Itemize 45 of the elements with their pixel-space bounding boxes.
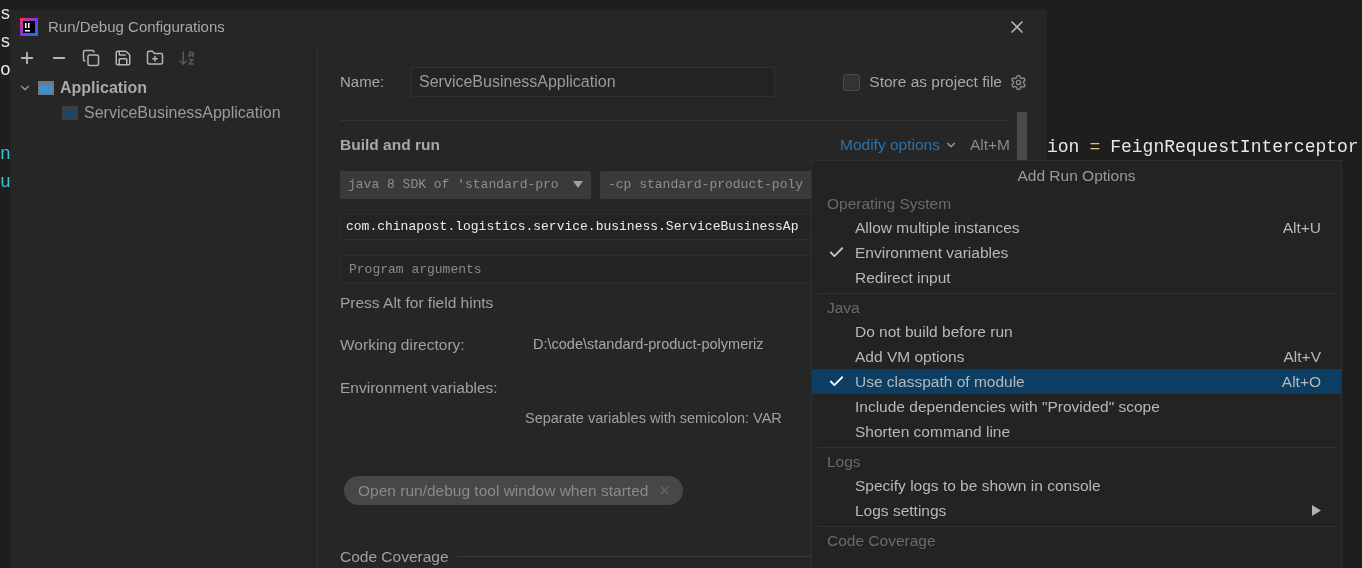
tree-item[interactable]: ServiceBusinessApplication <box>84 100 281 125</box>
window-title: Run/Debug Configurations <box>48 16 225 37</box>
jre-dropdown[interactable]: java 8 SDK of 'standard-pro <box>340 170 591 199</box>
shortcut-text: Alt+U <box>1282 217 1321 238</box>
settings-icon[interactable] <box>1010 73 1027 91</box>
menu-item[interactable]: Include dependencies with "Provided" scope <box>812 394 1341 419</box>
group-header: Logs <box>827 451 861 472</box>
code-text: n <box>0 144 11 164</box>
checkbox-label: Store as project file <box>869 72 1002 93</box>
folder-plus-icon[interactable] <box>146 49 164 67</box>
hint-text: Press Alt for field hints <box>340 293 494 312</box>
field-label: Environment variables: <box>340 378 499 399</box>
window-icon <box>61 104 79 121</box>
app-logo-icon <box>20 18 38 36</box>
name-label: Name: <box>340 71 386 92</box>
group-header: Code Coverage <box>827 530 936 551</box>
field-label: Working directory: <box>340 335 466 356</box>
code-text: s <box>0 32 11 52</box>
checkbox[interactable] <box>843 73 861 91</box>
window-icon <box>37 79 55 96</box>
menu-item[interactable]: Specify logs to be shown in console <box>812 473 1341 498</box>
code-text: o <box>0 60 11 80</box>
save-icon[interactable] <box>114 49 132 67</box>
code-text: FeignRequestInterceptor <box>1110 136 1359 158</box>
add-icon[interactable] <box>18 49 36 67</box>
menu-item[interactable]: Use classpath of module Alt+O <box>812 369 1341 394</box>
shortcut-text: Alt+V <box>1283 346 1321 367</box>
dropdown-arrow-icon[interactable] <box>573 181 583 189</box>
name-field[interactable]: ServiceBusinessApplication <box>411 67 775 97</box>
menu-item[interactable]: Shorten command line <box>812 419 1341 444</box>
group-header: Java <box>827 297 860 318</box>
code-text: = <box>1089 136 1101 158</box>
shortcut-text: Alt+M <box>969 135 1010 156</box>
copy-icon[interactable] <box>82 49 100 67</box>
popup-title: Add Run Options <box>1017 166 1136 186</box>
section-title: Build and run <box>340 135 440 156</box>
hint-text: Separate variables with semicolon: VAR <box>525 409 782 428</box>
scrollbar-thumb[interactable] <box>1017 112 1027 160</box>
code-text: ion <box>1047 136 1080 158</box>
code-text: s <box>0 4 11 24</box>
code-text: u <box>0 172 11 192</box>
shortcut-text: Alt+O <box>1281 371 1321 392</box>
section-title: Code Coverage <box>340 546 449 567</box>
menu-item[interactable]: Logs settings <box>812 498 1341 523</box>
tree-item[interactable]: Application <box>60 75 148 100</box>
